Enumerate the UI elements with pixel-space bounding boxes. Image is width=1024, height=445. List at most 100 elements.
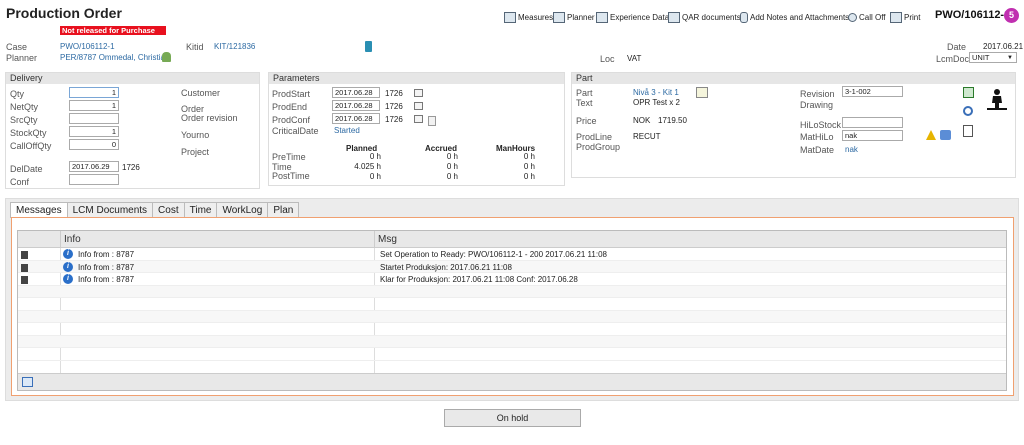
currency-value: NOK	[633, 116, 651, 125]
planner-link[interactable]: PER/8787 Ommedal, Christian	[60, 53, 169, 62]
mathilo-input[interactable]: nak	[842, 130, 903, 141]
status-badge: Not released for Purchase	[60, 26, 166, 35]
experience-data-button[interactable]: Experience Data	[596, 10, 669, 24]
person-icon	[162, 52, 171, 62]
conf-input[interactable]	[69, 174, 119, 185]
info-cell: Info from : 8787	[78, 262, 135, 272]
calendar-icon[interactable]	[414, 115, 423, 123]
matdate-link[interactable]: nak	[845, 145, 858, 154]
prodend-time: 1726	[385, 102, 403, 111]
price-value: 1719.50	[658, 116, 687, 125]
posttime-accrued: 0 h	[446, 172, 458, 181]
calculator-icon[interactable]	[963, 87, 974, 98]
calculator-icon[interactable]	[365, 41, 372, 52]
info-column-header[interactable]: Info	[64, 234, 81, 245]
prodend-label: ProdEnd	[272, 102, 308, 112]
lcmdoc-select[interactable]: UNIT ▼	[969, 52, 1017, 63]
drawing-label: Drawing	[800, 100, 834, 110]
delivery-title: Delivery	[6, 73, 259, 84]
pretime-manhours: 0 h	[523, 152, 535, 161]
pretime-accrued: 0 h	[446, 152, 458, 161]
export-icon[interactable]	[22, 377, 33, 387]
prodstart-time: 1726	[385, 89, 403, 98]
info-cell: Info from : 8787	[78, 275, 135, 284]
tab-cost[interactable]: Cost	[152, 202, 185, 217]
critical-date-value: Started	[334, 126, 360, 135]
netqty-input[interactable]: 1	[69, 100, 119, 111]
search-icon	[848, 12, 857, 22]
calloff-input[interactable]: 0	[69, 139, 119, 150]
prodline-label: ProdLine	[576, 132, 613, 142]
call-off-button[interactable]: Call Off	[848, 10, 886, 24]
hilostock-input[interactable]	[842, 117, 903, 128]
measures-button[interactable]: Measures	[504, 10, 553, 24]
case-link[interactable]: PWO/106112-1	[60, 42, 115, 51]
srcqty-label: SrcQty	[10, 115, 38, 125]
loc-value: VAT	[627, 54, 642, 63]
qty-input[interactable]: 1	[69, 87, 119, 98]
tab-plan[interactable]: Plan	[267, 202, 300, 217]
msg-cell: Klar for Produksjon: 2017.06.21 11:08 Co…	[380, 275, 578, 284]
stockqty-input[interactable]: 1	[69, 126, 119, 137]
experience-icon	[596, 11, 608, 23]
pretime-label: PreTime	[272, 152, 306, 162]
tab-bar: Messages LCM Documents Cost Time WorkLog…	[10, 202, 300, 218]
brush-icon[interactable]	[940, 130, 951, 140]
time-planned: 4.025 h	[354, 162, 381, 171]
document-icon[interactable]	[428, 116, 436, 126]
part-link[interactable]: Nivå 3 - Kit 1	[633, 88, 679, 97]
page-title: Production Order	[6, 5, 122, 21]
date-value: 2017.06.21	[983, 42, 1024, 51]
document-icon[interactable]	[963, 125, 973, 137]
copy-icon[interactable]	[21, 263, 28, 272]
part-label: Part	[576, 88, 593, 98]
prodconf-input[interactable]: 2017.06.28	[332, 113, 380, 124]
yourno-label: Yourno	[181, 130, 210, 140]
prodend-input[interactable]: 2017.06.28	[332, 100, 380, 111]
deldate-label: DelDate	[10, 164, 43, 174]
time-accrued: 0 h	[446, 162, 458, 171]
deldate-input[interactable]: 2017.06.29	[69, 161, 119, 172]
revision-input[interactable]: 3-1-002	[842, 86, 903, 97]
srcqty-input[interactable]	[69, 113, 119, 124]
table-row[interactable]: i Info from : 8787 Klar for Produksjon: …	[18, 273, 1006, 286]
copy-icon[interactable]	[21, 251, 28, 259]
table-row[interactable]: i Info from : 8787 Set Operation to Read…	[18, 248, 1006, 261]
planner-button[interactable]: Planner	[553, 10, 595, 24]
calendar-icon[interactable]	[414, 102, 423, 110]
pretime-planned: 0 h	[369, 152, 381, 161]
grid-footer	[18, 373, 1006, 390]
parameters-title: Parameters	[269, 73, 564, 84]
part-title: Part	[572, 73, 1015, 84]
on-hold-button[interactable]: On hold	[444, 409, 581, 427]
info-icon: i	[63, 261, 73, 272]
table-row[interactable]: i Info from : 8787 Startet Produksjon: 2…	[18, 260, 1006, 273]
edit-icon[interactable]	[696, 87, 708, 98]
messages-grid: Info Msg i Info from : 8787 Set Operatio…	[17, 230, 1007, 391]
print-button[interactable]: Print	[890, 10, 920, 24]
info-icon: i	[63, 274, 73, 284]
msg-column-header[interactable]: Msg	[378, 234, 397, 245]
qar-documents-button[interactable]: QAR documents	[668, 10, 741, 24]
search-icon[interactable]	[963, 106, 973, 116]
customer-label: Customer	[181, 88, 221, 98]
notification-badge[interactable]: 5	[1004, 8, 1019, 23]
time-manhours: 0 h	[523, 162, 535, 171]
calendar-icon[interactable]	[414, 89, 423, 97]
tab-messages[interactable]: Messages	[10, 202, 68, 218]
loc-label: Loc	[600, 54, 615, 64]
grid-header: Info Msg	[18, 231, 1006, 248]
tab-lcm-documents[interactable]: LCM Documents	[66, 202, 154, 217]
msg-cell: Set Operation to Ready: PWO/106112-1 - 2…	[380, 250, 607, 259]
tab-worklog[interactable]: WorkLog	[216, 202, 269, 217]
order-id: PWO/106112-1	[935, 9, 1011, 21]
qty-label: Qty	[10, 89, 25, 99]
prodstart-input[interactable]: 2017.06.28	[332, 87, 380, 98]
prodconf-label: ProdConf	[272, 115, 311, 125]
hilostock-label: HiLoStock	[800, 120, 842, 130]
kitid-link[interactable]: KIT/121836	[214, 42, 255, 51]
add-notes-button[interactable]: Add Notes and Attachments	[740, 10, 849, 24]
tab-time[interactable]: Time	[183, 202, 218, 217]
copy-icon[interactable]	[21, 276, 28, 284]
order-revision-label: Order revision	[181, 113, 238, 123]
